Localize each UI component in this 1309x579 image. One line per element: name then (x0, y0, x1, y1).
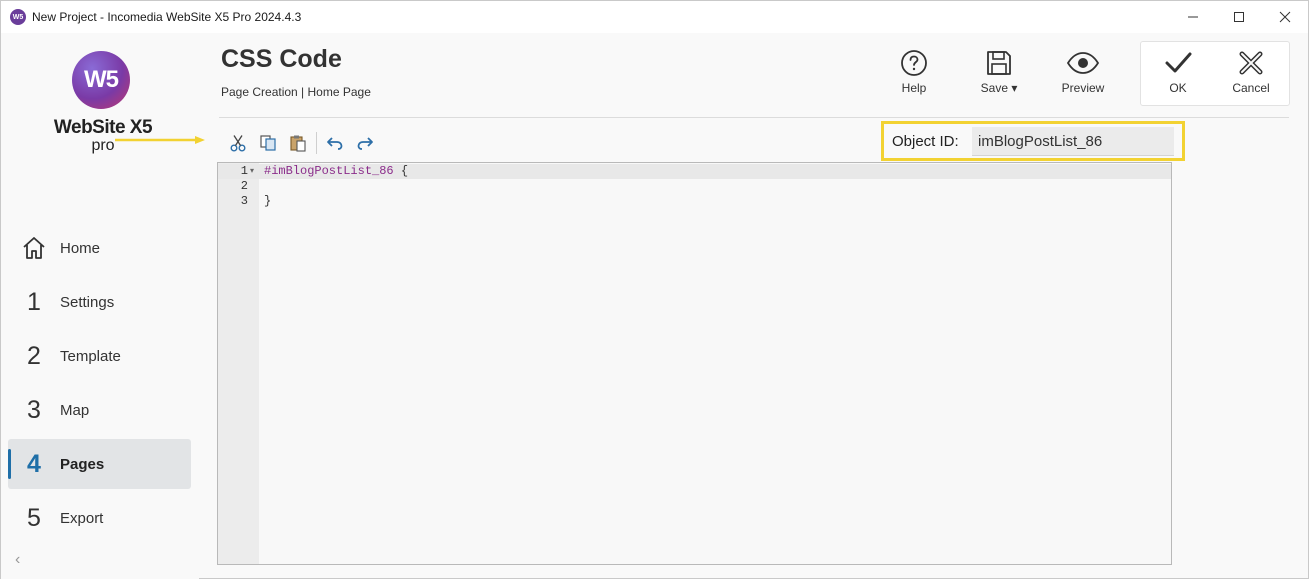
sidebar: W5 WebSite X5 pro Home 1 Settings 2 Temp… (1, 33, 199, 579)
line-number: 1 (240, 164, 248, 178)
step-number: 3 (27, 395, 41, 424)
collapse-sidebar-button[interactable]: ‹ (15, 551, 20, 569)
undo-button[interactable] (320, 131, 350, 155)
eye-icon (1066, 52, 1100, 74)
object-id-input[interactable] (972, 127, 1174, 156)
window-controls (1170, 1, 1308, 33)
help-label: Help (901, 81, 927, 95)
ok-button[interactable]: OK (1148, 49, 1208, 95)
header-divider (219, 117, 1289, 118)
sidebar-item-label: Template (60, 347, 121, 365)
main-nav: Home 1 Settings 2 Template 3 Map 4 Pages… (8, 223, 191, 547)
preview-label: Preview (1061, 81, 1105, 95)
code-brace: { (393, 164, 409, 178)
copy-button[interactable] (253, 131, 283, 155)
code-text: } (264, 194, 272, 208)
css-code-editor[interactable]: 1 ▾ #imBlogPostList_86 { 2 3 } (217, 162, 1172, 565)
sidebar-item-template[interactable]: 2 Template (8, 331, 191, 381)
line-number: 2 (240, 179, 248, 193)
code-text: #imBlogPostList_86 { (264, 164, 408, 179)
app-window: W5 New Project - Incomedia WebSite X5 Pr… (0, 0, 1309, 579)
paste-icon (290, 135, 306, 152)
sidebar-item-map[interactable]: 3 Map (8, 385, 191, 435)
website-x5-logo: W5 WebSite X5 pro (51, 51, 155, 161)
sidebar-item-settings[interactable]: 1 Settings (8, 277, 191, 327)
line-number: 3 (240, 194, 248, 208)
paste-button[interactable] (283, 131, 313, 155)
breadcrumb: Page Creation | Home Page (221, 85, 371, 99)
preview-button[interactable]: Preview (1053, 49, 1113, 95)
sidebar-item-label: Pages (60, 455, 105, 473)
fold-arrow-icon[interactable]: ▾ (250, 164, 254, 179)
title-bar: W5 New Project - Incomedia WebSite X5 Pr… (1, 1, 1308, 33)
save-icon (987, 51, 1011, 75)
code-line[interactable]: 2 (218, 179, 1171, 194)
close-window-button[interactable] (1262, 1, 1308, 33)
close-x-icon (1239, 51, 1263, 75)
step-number: 4 (27, 449, 41, 478)
cut-button[interactable] (223, 131, 253, 155)
edit-toolbar (223, 131, 380, 155)
save-button[interactable]: Save ▾ (969, 49, 1029, 95)
maximize-button[interactable] (1216, 1, 1262, 33)
undo-icon (327, 137, 343, 150)
sidebar-item-label: Settings (60, 293, 115, 311)
minimize-button[interactable] (1170, 1, 1216, 33)
maximize-icon (1234, 12, 1244, 22)
object-id-label: Object ID: (892, 132, 959, 150)
arrow-annotation-icon (115, 136, 205, 144)
close-icon (1279, 11, 1291, 23)
logo-mark: W5 (72, 51, 130, 109)
line-number-gutter (218, 163, 259, 564)
checkmark-icon (1165, 52, 1192, 73)
sidebar-item-pages[interactable]: 4 Pages (8, 439, 191, 489)
home-icon (8, 235, 60, 261)
code-line[interactable]: 1 ▾ #imBlogPostList_86 { (218, 164, 1171, 179)
step-number: 5 (27, 503, 41, 532)
ok-label: OK (1169, 81, 1187, 95)
page-title: CSS Code (221, 45, 342, 73)
toolbar-separator (316, 132, 317, 154)
save-label: Save ▾ (980, 81, 1018, 95)
minimize-icon (1188, 16, 1198, 18)
sidebar-item-label: Export (60, 509, 104, 527)
window-title: New Project - Incomedia WebSite X5 Pro 2… (32, 10, 302, 24)
cut-icon (230, 135, 246, 152)
css-selector: #imBlogPostList_86 (264, 164, 394, 178)
redo-icon (357, 137, 373, 150)
object-id-group: Object ID: (881, 121, 1185, 161)
step-number: 2 (27, 341, 41, 370)
help-icon (901, 50, 927, 76)
sidebar-item-label: Map (60, 401, 90, 419)
sidebar-item-export[interactable]: 5 Export (8, 493, 191, 543)
redo-button[interactable] (350, 131, 380, 155)
help-button[interactable]: Help (884, 49, 944, 95)
cancel-button[interactable]: Cancel (1221, 49, 1281, 95)
code-line[interactable]: 3 } (218, 194, 1171, 209)
step-number: 1 (27, 287, 41, 316)
app-logo-icon: W5 (10, 9, 26, 25)
sidebar-item-label: Home (60, 239, 101, 257)
cancel-label: Cancel (1232, 81, 1270, 95)
sidebar-item-home[interactable]: Home (8, 223, 191, 273)
copy-icon (260, 135, 276, 151)
